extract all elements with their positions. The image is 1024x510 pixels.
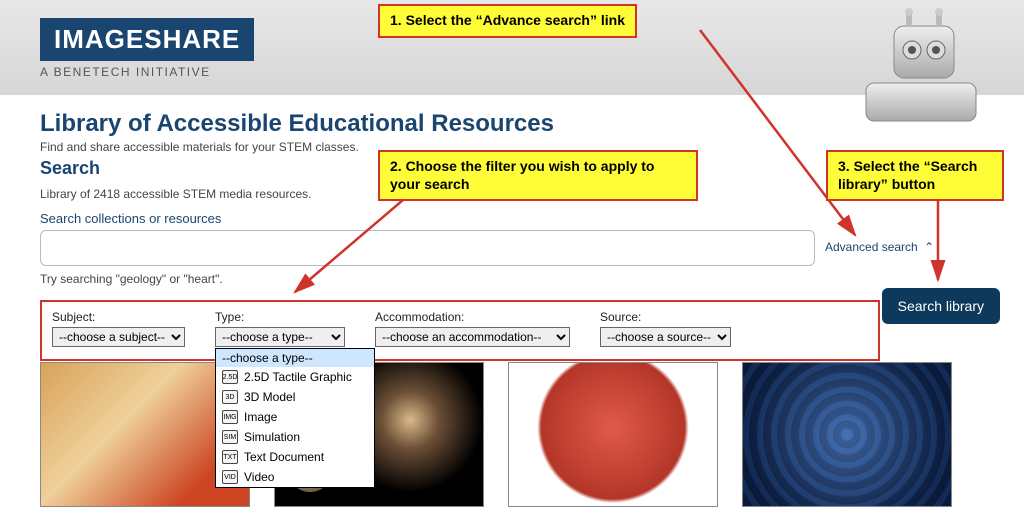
type-option[interactable]: SIM Simulation bbox=[216, 427, 374, 447]
type-option-label: 3D Model bbox=[244, 390, 295, 404]
accommodation-select[interactable]: --choose an accommodation-- bbox=[375, 327, 570, 347]
advanced-filters: Subject: --choose a subject-- Type: --ch… bbox=[40, 300, 880, 361]
search-input[interactable] bbox=[40, 230, 815, 266]
type-select[interactable]: --choose a type-- bbox=[215, 327, 345, 347]
subject-label: Subject: bbox=[52, 310, 185, 324]
callout-step1: 1. Select the “Advance search” link bbox=[378, 4, 637, 38]
type-option-icon: IMG bbox=[222, 410, 238, 424]
type-option-icon: TXT bbox=[222, 450, 238, 464]
callout-step2: 2. Choose the filter you wish to apply t… bbox=[378, 150, 698, 201]
type-option[interactable]: 2.5D 2.5D Tactile Graphic bbox=[216, 367, 374, 387]
collection-card[interactable] bbox=[508, 362, 718, 507]
type-option-label: Simulation bbox=[244, 430, 300, 444]
type-dropdown: --choose a type-- 2.5D 2.5D Tactile Graph… bbox=[215, 348, 375, 488]
type-option[interactable]: 3D 3D Model bbox=[216, 387, 374, 407]
logo-block: IMAGESHARE A BENETECH INITIATIVE bbox=[40, 18, 254, 79]
source-label: Source: bbox=[600, 310, 731, 324]
type-option-label: Text Document bbox=[244, 450, 324, 464]
type-option[interactable]: IMG Image bbox=[216, 407, 374, 427]
source-select[interactable]: --choose a source-- bbox=[600, 327, 731, 347]
featured-collections-row bbox=[40, 362, 1004, 507]
try-suggestion: Try searching "geology" or "heart". bbox=[40, 272, 1004, 286]
subject-select[interactable]: --choose a subject-- bbox=[52, 327, 185, 347]
type-option-icon: VID bbox=[222, 470, 238, 484]
type-option-icon: 3D bbox=[222, 390, 238, 404]
type-option-label: 2.5D Tactile Graphic bbox=[244, 370, 352, 384]
type-option-icon: 2.5D bbox=[222, 370, 238, 384]
type-option-icon: SIM bbox=[222, 430, 238, 444]
page-title: Library of Accessible Educational Resour… bbox=[40, 110, 1004, 138]
type-option[interactable]: VID Video bbox=[216, 467, 374, 487]
advanced-search-link[interactable]: Advanced search ⌃ bbox=[825, 240, 934, 254]
type-option[interactable]: TXT Text Document bbox=[216, 447, 374, 467]
logo-main: IMAGESHARE bbox=[40, 18, 254, 61]
callout-step3: 3. Select the “Search library” button bbox=[826, 150, 1004, 201]
advanced-search-text: Advanced search bbox=[825, 240, 918, 254]
chevron-up-icon: ⌃ bbox=[924, 240, 934, 254]
type-label: Type: bbox=[215, 310, 345, 324]
search-label: Search collections or resources bbox=[40, 211, 1004, 226]
collection-card[interactable] bbox=[742, 362, 952, 507]
type-option-label: Video bbox=[244, 470, 274, 484]
search-library-button[interactable]: Search library bbox=[882, 288, 1000, 324]
accommodation-label: Accommodation: bbox=[375, 310, 570, 324]
logo-subtitle: A BENETECH INITIATIVE bbox=[40, 65, 254, 79]
type-option-label: Image bbox=[244, 410, 277, 424]
type-dropdown-header[interactable]: --choose a type-- bbox=[216, 349, 374, 367]
